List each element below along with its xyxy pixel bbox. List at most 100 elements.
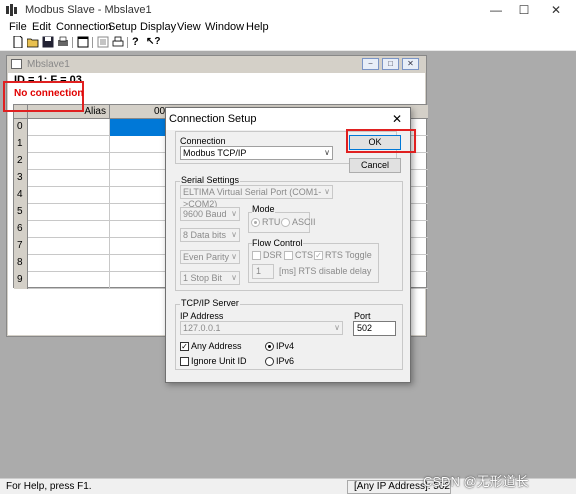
menu-file[interactable]: File (9, 21, 27, 33)
menu-setup[interactable]: Setup (108, 21, 137, 33)
ascii-label: ASCII (292, 217, 316, 227)
save-icon[interactable] (42, 36, 54, 48)
help-icon[interactable]: ? (132, 36, 144, 48)
ipv4-label: IPv4 (276, 341, 295, 351)
serial-settings-label: Serial Settings (180, 175, 241, 185)
rts-toggle-label: RTS Toggle (325, 250, 372, 260)
maximize-button[interactable]: ☐ (508, 0, 540, 20)
menu-edit[interactable]: Edit (32, 21, 51, 33)
close-icon: ✕ (407, 59, 414, 68)
window-title: Modbus Slave - Mbslave1 (25, 4, 152, 16)
cts-checkbox[interactable] (284, 251, 293, 260)
minimize-icon: — (490, 3, 502, 17)
status-help-text: For Help, press F1. (6, 481, 92, 492)
chevron-down-icon: ∨ (231, 230, 237, 239)
rts-delay-input[interactable]: 1 (252, 264, 274, 279)
dsr-label: DSR (263, 250, 283, 260)
row-index: 3 (14, 170, 28, 187)
ok-button-highlight (346, 129, 416, 153)
new-file-icon[interactable] (12, 36, 24, 48)
menu-bar: File Edit Connection Setup Display View … (0, 20, 576, 35)
mode-label: Mode (252, 204, 275, 214)
child-title: Mbslave1 (27, 59, 70, 70)
menu-connection[interactable]: Connection (56, 21, 112, 33)
chevron-down-icon: ∨ (324, 187, 330, 196)
tcpip-label: TCP/IP Server (180, 298, 240, 308)
row-index: 5 (14, 204, 28, 221)
cancel-button[interactable]: Cancel (349, 158, 401, 173)
dialog-title: Connection Setup (169, 113, 257, 125)
data-bits-select[interactable]: 8 Data bits ∨ (180, 228, 240, 242)
restore-icon: □ (388, 59, 393, 68)
menu-view[interactable]: View (177, 21, 201, 33)
parity-select[interactable]: Even Parity ∨ (180, 250, 240, 264)
row-index: 4 (14, 187, 28, 204)
menu-window[interactable]: Window (205, 21, 244, 33)
menu-help[interactable]: Help (246, 21, 269, 33)
row-index: 0 (14, 119, 28, 136)
ipv6-radio[interactable] (265, 357, 274, 366)
alias-cell[interactable] (28, 272, 110, 289)
rtu-radio[interactable] (251, 218, 260, 227)
ascii-radio[interactable] (281, 218, 290, 227)
ip-address-label: IP Address (180, 311, 224, 321)
connection-label: Connection (180, 136, 226, 146)
connection-status: No connection (14, 88, 84, 99)
port-label: Port (354, 311, 371, 321)
ipv4-radio[interactable] (265, 342, 274, 351)
context-help-icon[interactable]: ↖? (146, 36, 161, 48)
close-button[interactable]: ✕ (540, 0, 572, 20)
rtu-label: RTU (262, 217, 281, 227)
port-input[interactable]: 502 (353, 321, 396, 336)
chevron-down-icon: ∨ (334, 323, 340, 332)
window-icon[interactable] (77, 36, 89, 48)
alias-cell[interactable] (28, 204, 110, 221)
row-index: 9 (14, 272, 28, 289)
dsr-checkbox[interactable] (252, 251, 261, 260)
app-icon (6, 4, 17, 16)
alias-cell[interactable] (28, 187, 110, 204)
alias-cell[interactable] (28, 119, 110, 136)
ignore-unit-id-checkbox[interactable] (180, 357, 189, 366)
baud-select[interactable]: 9600 Baud ∨ (180, 207, 240, 221)
flow-control-label: Flow Control (252, 238, 303, 248)
child-close-button[interactable]: ✕ (402, 58, 419, 70)
alias-cell[interactable] (28, 221, 110, 238)
menu-display[interactable]: Display (140, 21, 176, 33)
maximize-icon: ☐ (518, 3, 530, 17)
alias-cell[interactable] (28, 255, 110, 272)
cts-label: CTS (295, 250, 313, 260)
close-icon[interactable]: ✕ (388, 110, 406, 128)
rts-delay-label: [ms] RTS disable delay (279, 266, 372, 276)
connection-select[interactable]: Modbus TCP/IP ∨ (180, 146, 333, 160)
ip-address-select[interactable]: 127.0.0.1 ∨ (180, 321, 343, 335)
serial-port-select[interactable]: ELTIMA Virtual Serial Port (COM1->COM2) ∨ (180, 185, 333, 209)
alias-cell[interactable] (28, 153, 110, 170)
chevron-down-icon: ∨ (231, 252, 237, 261)
stop-bits-select[interactable]: 1 Stop Bit ∨ (180, 271, 240, 285)
child-minimize-button[interactable]: ⎯ (362, 58, 379, 70)
chevron-down-icon: ∨ (324, 148, 330, 157)
ignore-unit-id-label: Ignore Unit ID (191, 356, 247, 366)
document-icon (11, 59, 22, 69)
ipv6-label: IPv6 (276, 356, 295, 366)
dialog-title-bar: Connection Setup ✕ (166, 108, 410, 130)
alias-cell[interactable] (28, 238, 110, 255)
row-index: 1 (14, 136, 28, 153)
toolbar: ? ↖? (0, 35, 576, 51)
list-icon[interactable] (97, 36, 109, 48)
any-address-label: Any Address (191, 341, 242, 351)
rts-toggle-checkbox[interactable]: ✓ (314, 251, 323, 260)
chevron-down-icon: ∨ (231, 273, 237, 282)
chevron-down-icon: ∨ (231, 209, 237, 218)
print-icon[interactable] (57, 36, 69, 48)
row-index: 6 (14, 221, 28, 238)
child-restore-button[interactable]: □ (382, 58, 399, 70)
row-index: 7 (14, 238, 28, 255)
any-address-checkbox[interactable]: ✓ (180, 342, 189, 351)
close-icon: ✕ (550, 3, 562, 17)
printer-setup-icon[interactable] (112, 36, 124, 48)
alias-cell[interactable] (28, 136, 110, 153)
alias-cell[interactable] (28, 170, 110, 187)
open-folder-icon[interactable] (27, 36, 39, 48)
